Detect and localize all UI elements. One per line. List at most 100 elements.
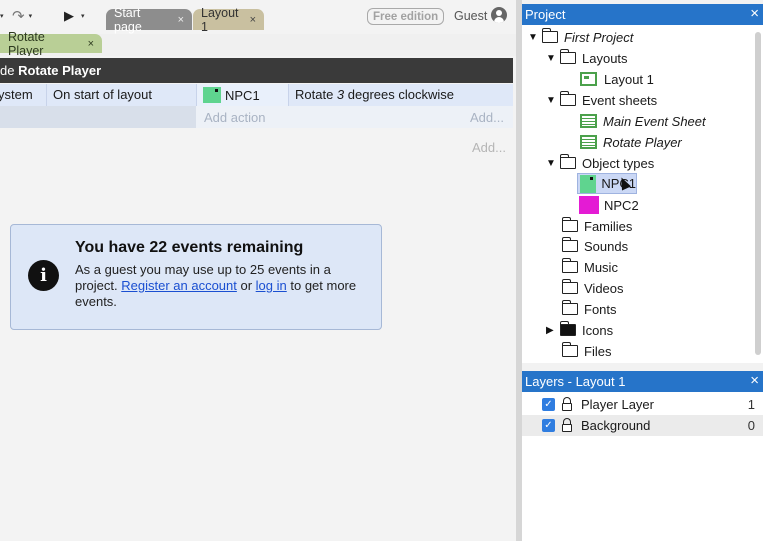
chevron-down-icon[interactable]: ▼	[546, 158, 560, 169]
folder-icon	[541, 28, 558, 43]
tab-layout-1[interactable]: Layout 1 ×	[193, 6, 264, 34]
tree-item-layout-1[interactable]: Layout 1	[580, 69, 654, 89]
condition-cell[interactable]: On start of layout	[46, 84, 196, 106]
close-icon[interactable]: ×	[178, 14, 184, 26]
tree-item-object-types[interactable]: ▼ Object types	[546, 153, 654, 173]
event-sheet[interactable]: de Rotate Player ystem On start of layou…	[0, 56, 516, 541]
tree-label: Object types	[582, 155, 655, 171]
close-icon[interactable]: ×	[88, 38, 94, 50]
notice-text: As a guest you may use up to 25 events i…	[75, 262, 375, 310]
close-icon[interactable]: ×	[750, 372, 759, 389]
register-link[interactable]: Register an account	[121, 278, 237, 293]
folder-icon	[561, 300, 578, 315]
lock-icon[interactable]	[562, 418, 572, 432]
npc1-object-icon	[580, 174, 597, 193]
add-condition-area[interactable]	[0, 106, 196, 128]
chevron-down-icon[interactable]: ▼	[546, 95, 560, 106]
login-link[interactable]: log in	[256, 278, 287, 293]
close-icon[interactable]: ×	[250, 14, 256, 26]
tab-rotate-player[interactable]: Rotate Player ×	[0, 30, 102, 58]
tree-item-videos[interactable]: Videos	[561, 278, 624, 298]
event-sheet-icon	[580, 114, 597, 128]
tree-label: Rotate Player	[603, 134, 682, 150]
tree-item-icons[interactable]: ▶ Icons	[546, 320, 613, 340]
visibility-checkbox[interactable]: ✓	[542, 419, 555, 432]
tree-label: Music	[584, 259, 618, 275]
action-cell[interactable]: Rotate 3 degrees clockwise	[288, 84, 513, 106]
tree-label: Main Event Sheet	[603, 113, 706, 129]
tree-label: NPC2	[604, 197, 639, 213]
close-icon[interactable]: ×	[750, 5, 759, 22]
event-row[interactable]: ystem On start of layout NPC1 Rotate 3 d…	[0, 84, 513, 106]
action-suffix: degrees clockwise	[344, 87, 454, 102]
lock-icon[interactable]	[562, 397, 572, 411]
action-prefix: Rotate	[295, 87, 337, 102]
folder-icon	[561, 279, 578, 294]
panel-title: Project	[525, 7, 566, 22]
panel-title: Layers - Layout 1	[525, 374, 626, 389]
chevron-right-icon[interactable]: ▶	[546, 325, 560, 336]
notice-text-2: or	[236, 278, 256, 293]
chevron-down-icon: ▾	[0, 13, 4, 20]
folder-icon	[559, 49, 576, 64]
add-event-link[interactable]: Add...	[472, 140, 506, 155]
notice-title: You have 22 events remaining	[75, 239, 304, 256]
tab-start-page[interactable]: Start page ×	[106, 6, 192, 34]
event-sheet-icon	[580, 135, 597, 149]
action-object-label: NPC1	[225, 87, 260, 103]
add-action-row: Add action Add...	[0, 106, 513, 128]
action-object-cell[interactable]: NPC1	[196, 84, 288, 106]
chevron-down-icon: ▾	[28, 13, 33, 20]
project-scrollbar[interactable]	[755, 32, 761, 355]
layer-index: 0	[747, 418, 755, 433]
user-icon[interactable]	[491, 7, 507, 23]
tree-item-families[interactable]: Families	[561, 216, 632, 236]
tab-label: Start page	[114, 5, 142, 34]
tree-item-main-event-sheet[interactable]: Main Event Sheet	[580, 111, 706, 131]
preview-button[interactable]: ▶ ▾	[64, 6, 85, 26]
add-link[interactable]: Add...	[470, 110, 504, 125]
chevron-down-icon[interactable]: ▼	[546, 53, 560, 64]
layout-icon	[580, 72, 597, 86]
visibility-checkbox[interactable]: ✓	[542, 398, 555, 411]
layer-name: Player Layer	[581, 397, 654, 412]
tree-item-fonts[interactable]: Fonts	[561, 299, 617, 319]
event-group-header[interactable]: de Rotate Player	[0, 58, 513, 83]
layer-name: Background	[581, 418, 651, 433]
tree-item-layouts[interactable]: ▼ Layouts	[546, 48, 628, 68]
sub-tab-bar: Rotate Player ×	[0, 30, 516, 58]
guest-label[interactable]: Guest	[454, 9, 487, 23]
tree-item-music[interactable]: Music	[561, 257, 618, 277]
free-edition-badge[interactable]: Free edition	[367, 8, 445, 25]
redo-icon: ↷	[12, 8, 25, 25]
tree-item-first-project[interactable]: ▼ First Project	[528, 27, 633, 47]
tree-label: Fonts	[584, 301, 617, 317]
add-action-link[interactable]: Add action	[204, 110, 265, 125]
layer-row-background[interactable]: ✓ Background 0	[522, 415, 763, 436]
info-icon: i	[28, 260, 59, 291]
tab-label: Rotate Player	[8, 29, 45, 58]
layers-panel-header: Layers - Layout 1 ×	[522, 371, 763, 392]
tree-item-event-sheets[interactable]: ▼ Event sheets	[546, 90, 657, 110]
layer-index: 1	[747, 397, 755, 412]
group-prefix: de	[0, 63, 19, 78]
chevron-down-icon[interactable]: ▼	[528, 32, 542, 43]
folder-icon	[559, 154, 576, 169]
tree-item-files[interactable]: Files	[561, 341, 611, 361]
tree-item-sounds[interactable]: Sounds	[561, 236, 629, 256]
layer-row-player-layer[interactable]: ✓ Player Layer 1	[522, 394, 763, 415]
folder-icon	[561, 237, 578, 252]
tree-item-rotate-player[interactable]: Rotate Player	[580, 132, 682, 152]
tree-item-npc2[interactable]: NPC2	[579, 195, 639, 215]
undo-button[interactable]: ▾	[0, 6, 4, 26]
chevron-down-icon: ▾	[81, 13, 85, 20]
folder-icon	[559, 91, 576, 106]
tree-label: Layouts	[582, 50, 628, 66]
system-object-cell[interactable]: ystem	[0, 84, 46, 106]
tree-label: Event sheets	[582, 92, 658, 108]
project-panel-header: Project ×	[522, 4, 763, 25]
tab-label: Layout 1	[201, 5, 239, 34]
tree-label: Sounds	[584, 238, 629, 254]
folder-icon	[561, 258, 578, 273]
redo-button[interactable]: ↷ ▾	[12, 6, 32, 26]
